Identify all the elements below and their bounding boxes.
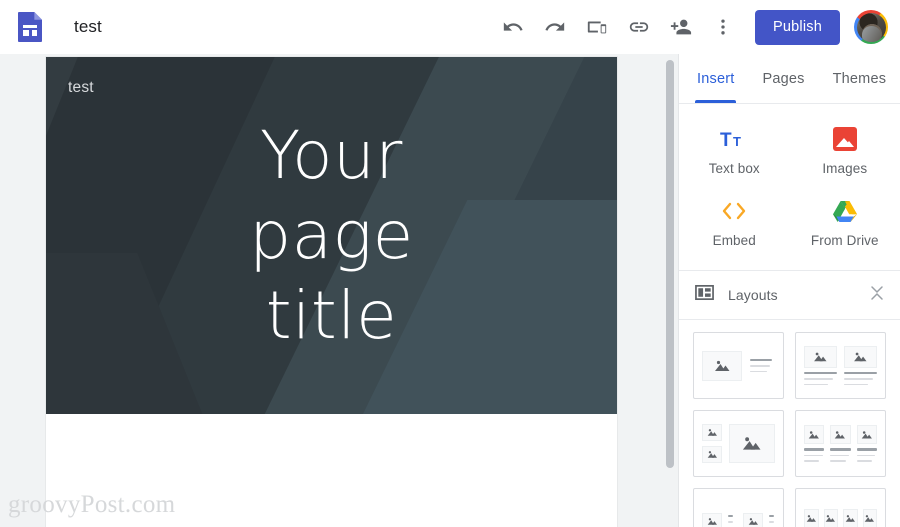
layout-image-placeholder [702,424,722,441]
copy-link-icon[interactable] [619,7,659,47]
right-panel: Insert Pages Themes T T Text box Images … [678,54,900,527]
layout-option-two-images-with-captions[interactable] [795,332,886,399]
page-content-area[interactable] [46,414,617,527]
tab-pages[interactable]: Pages [748,54,818,103]
site-name-text[interactable]: test [68,79,94,97]
layouts-section-title: Layouts [728,287,778,303]
collapse-chevrons-icon[interactable] [870,285,884,306]
layouts-grid [679,320,900,527]
page-banner[interactable]: test Your page title [46,57,617,414]
more-options-icon[interactable] [703,7,743,47]
layout-option-four-images-row[interactable] [795,488,886,527]
insert-embed-label: Embed [712,233,756,248]
preview-devices-icon[interactable] [577,7,617,47]
publish-button[interactable]: Publish [755,9,840,45]
avatar-photo [856,12,886,42]
svg-text:T: T [720,130,732,150]
layout-image-placeholder [862,509,877,527]
panel-tabs: Insert Pages Themes [679,54,900,104]
layout-image-placeholder [830,425,851,445]
page-preview: test Your page title [46,57,617,527]
page-title-text[interactable]: Your page title [46,116,617,356]
layout-image-placeholder [844,345,877,368]
logo-container[interactable] [8,12,52,42]
editor-body: test Your page title groovyPost.com Inse… [0,54,900,527]
tab-insert[interactable]: Insert [683,54,748,103]
insert-images-label: Images [822,161,868,176]
toolbar-actions [493,7,743,47]
page-canvas: test Your page title groovyPost.com [0,54,678,527]
layout-option-image-left-text-right[interactable] [693,332,784,399]
text-box-icon: T T [720,126,748,152]
embed-code-icon [721,198,747,224]
top-toolbar: test Publish [0,0,900,54]
layout-image-placeholder [804,425,825,445]
add-editor-icon[interactable] [661,7,701,47]
layout-option-three-column-images-text[interactable] [795,410,886,477]
layout-option-two-inline-image-text-pairs[interactable] [693,488,784,527]
layout-image-placeholder [823,509,838,527]
layout-image-placeholder [804,345,837,368]
layout-image-placeholder [702,513,722,527]
canvas-scrollbar[interactable] [666,60,674,468]
insert-options-grid: T T Text box Images Embed From Drive [679,104,900,271]
insert-from-drive[interactable]: From Drive [790,190,900,262]
avatar[interactable] [854,10,888,44]
document-title[interactable]: test [68,14,108,40]
google-drive-icon [832,198,858,224]
layout-image-placeholder [702,446,722,463]
svg-text:T: T [733,134,741,149]
insert-images[interactable]: Images [790,118,900,190]
layout-image-placeholder [743,513,763,527]
insert-text-box[interactable]: T T Text box [679,118,790,190]
layout-image-placeholder [804,509,819,527]
layout-image-placeholder [702,350,742,381]
undo-icon[interactable] [493,7,533,47]
layout-option-two-small-images-one-large[interactable] [693,410,784,477]
layout-image-placeholder [856,425,877,445]
google-sites-logo-icon [18,12,42,42]
images-icon [832,126,857,152]
layouts-grid-icon [695,283,714,307]
layout-image-placeholder [729,424,775,463]
tab-themes[interactable]: Themes [819,54,900,103]
layouts-section-header[interactable]: Layouts [679,271,900,320]
google-sites-editor: test Publish test Your page title groovy… [0,0,900,527]
insert-embed[interactable]: Embed [679,190,790,262]
redo-icon[interactable] [535,7,575,47]
insert-from-drive-label: From Drive [810,233,879,248]
layout-image-placeholder [843,509,858,527]
insert-text-box-label: Text box [708,161,760,176]
